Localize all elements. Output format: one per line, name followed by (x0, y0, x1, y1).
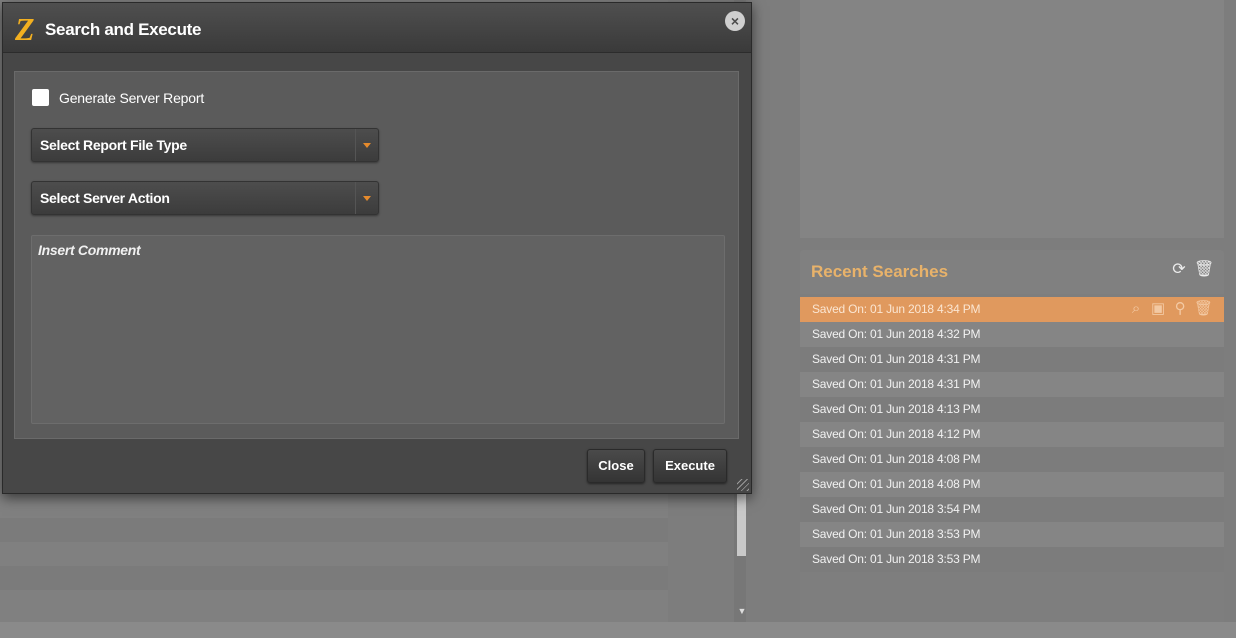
recent-search-item-label: Saved On: 01 Jun 2018 4:31 PM (812, 352, 981, 366)
recent-search-item[interactable]: Saved On: 01 Jun 2018 3:54 PM (800, 497, 1224, 522)
recent-searches-list: Saved On: 01 Jun 2018 4:34 PM ⌕ ▣ ⚲ 🗑 Saved O… (800, 297, 1224, 572)
recent-search-item-label: Saved On: 01 Jun 2018 4:31 PM (812, 377, 981, 391)
app-logo-icon: Z (15, 11, 35, 47)
recent-search-item[interactable]: Saved On: 01 Jun 2018 4:31 PM (800, 372, 1224, 397)
delete-icon[interactable]: 🗑 (1194, 300, 1213, 318)
comment-placeholder: Insert Comment (38, 242, 141, 258)
recent-search-item[interactable]: Saved On: 01 Jun 2018 4:34 PM ⌕ ▣ ⚲ 🗑 (800, 297, 1224, 322)
recent-search-item-label: Saved On: 01 Jun 2018 4:32 PM (812, 327, 981, 341)
dialog-title: Search and Execute (45, 20, 202, 39)
recent-search-item[interactable]: Saved On: 01 Jun 2018 4:08 PM (800, 472, 1224, 497)
recent-search-item-label: Saved On: 01 Jun 2018 4:08 PM (812, 477, 981, 491)
refresh-icon[interactable]: ⟳ (1170, 261, 1188, 279)
recent-search-item[interactable]: Saved On: 01 Jun 2018 4:32 PM (800, 322, 1224, 347)
server-action-value: Select Server Action (40, 190, 170, 206)
search-edit-icon[interactable]: ⌕ (1128, 300, 1144, 318)
recent-search-item-label: Saved On: 01 Jun 2018 3:53 PM (812, 552, 981, 566)
report-file-type-value: Select Report File Type (40, 137, 187, 153)
generate-report-row[interactable]: Generate Server Report (32, 89, 204, 106)
recent-searches-title: Recent Searches (811, 262, 949, 281)
recent-search-item-label: Saved On: 01 Jun 2018 3:53 PM (812, 527, 981, 541)
background-row (0, 518, 668, 542)
background-footer (0, 622, 1236, 638)
search-icon[interactable]: ⚲ (1172, 300, 1188, 318)
recent-search-item[interactable]: Saved On: 01 Jun 2018 4:31 PM (800, 347, 1224, 372)
dialog-header[interactable]: Z Search and Execute × (3, 3, 751, 53)
scrollbar-thumb[interactable] (737, 490, 746, 556)
chevron-down-icon[interactable] (355, 129, 378, 161)
save-icon[interactable]: ▣ (1150, 300, 1166, 318)
close-button[interactable]: Close (587, 449, 645, 483)
recent-search-item-label: Saved On: 01 Jun 2018 4:13 PM (812, 402, 981, 416)
generate-report-label[interactable]: Generate Server Report (59, 90, 204, 106)
recent-search-item-label: Saved On: 01 Jun 2018 4:34 PM (812, 302, 981, 316)
background-panel (800, 0, 1224, 238)
recent-search-item[interactable]: Saved On: 01 Jun 2018 4:08 PM (800, 447, 1224, 472)
generate-report-checkbox[interactable] (32, 89, 49, 106)
server-action-select[interactable]: Select Server Action (31, 181, 379, 215)
search-execute-dialog: Z Search and Execute × Generate Server R… (2, 2, 752, 494)
execute-button[interactable]: Execute (653, 449, 727, 483)
comment-textarea[interactable]: Insert Comment (31, 235, 725, 424)
recent-search-item[interactable]: Saved On: 01 Jun 2018 4:12 PM (800, 422, 1224, 447)
recent-item-actions: ⌕ ▣ ⚲ 🗑 (1128, 300, 1213, 318)
recent-searches-header: Recent Searches ⟳ 🗑 (800, 250, 1224, 294)
recent-search-item[interactable]: Saved On: 01 Jun 2018 3:53 PM (800, 522, 1224, 547)
dialog-body: Generate Server Report Select Report Fil… (14, 71, 739, 439)
close-icon[interactable]: × (725, 11, 745, 31)
recent-searches-actions: ⟳ 🗑 (1170, 261, 1214, 279)
chevron-down-icon[interactable] (355, 182, 378, 214)
report-file-type-select[interactable]: Select Report File Type (31, 128, 379, 162)
recent-search-item[interactable]: Saved On: 01 Jun 2018 3:53 PM (800, 547, 1224, 572)
recent-search-item[interactable]: Saved On: 01 Jun 2018 4:13 PM (800, 397, 1224, 422)
delete-all-icon[interactable]: 🗑 (1194, 261, 1214, 279)
scroll-down-arrow-icon[interactable]: ▼ (736, 606, 748, 620)
recent-search-item-label: Saved On: 01 Jun 2018 4:12 PM (812, 427, 981, 441)
background-row (0, 566, 668, 590)
recent-search-item-label: Saved On: 01 Jun 2018 4:08 PM (812, 452, 981, 466)
recent-searches-panel: Recent Searches ⟳ 🗑 Saved On: 01 Jun 201… (800, 250, 1224, 622)
resize-handle-icon[interactable] (737, 479, 749, 491)
recent-search-item-label: Saved On: 01 Jun 2018 3:54 PM (812, 502, 981, 516)
